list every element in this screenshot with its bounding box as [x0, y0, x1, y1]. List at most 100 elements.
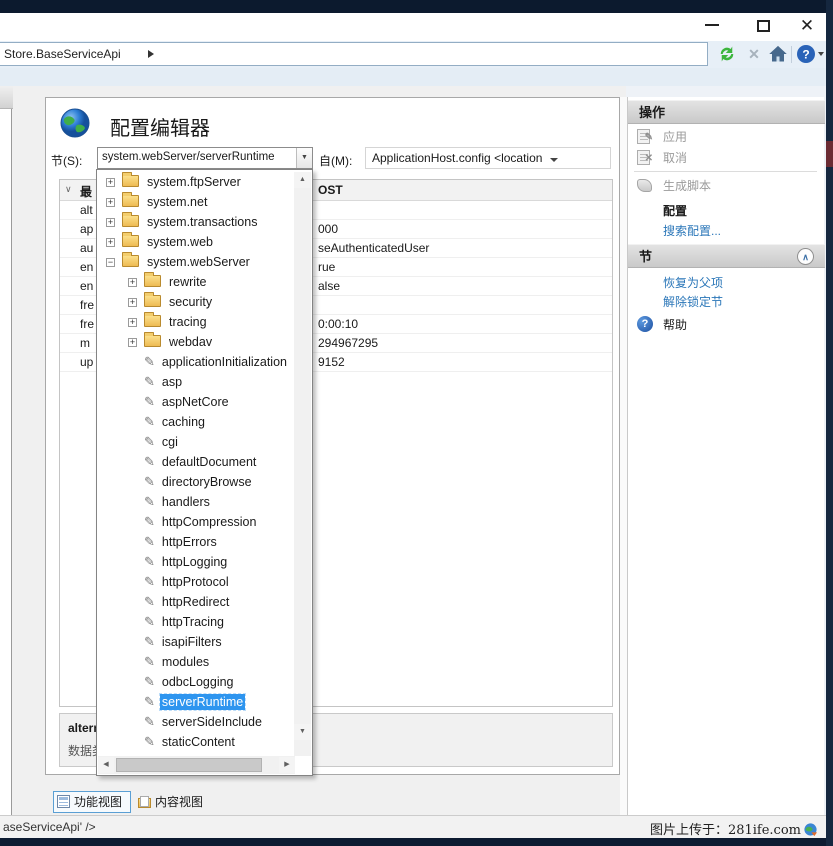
expand-node-icon[interactable]: + — [128, 338, 137, 347]
tree-item-system.transactions[interactable]: +system.transactions — [98, 212, 294, 232]
from-label: 自(M): — [319, 152, 352, 169]
tree-item-staticContent[interactable]: ✎staticContent — [98, 732, 294, 752]
scroll-right-icon[interactable]: ▶ — [279, 757, 295, 773]
section-combobox[interactable]: system.webServer/serverRuntime ▼ — [97, 147, 313, 169]
expand-node-icon[interactable]: + — [128, 298, 137, 307]
tree-item-label: httpCompression — [160, 514, 259, 530]
tree-item-odbcLogging[interactable]: ✎odbcLogging — [98, 672, 294, 692]
collapse-chevron-icon[interactable]: ∨ — [65, 184, 72, 195]
tree-item-label: asp — [160, 374, 184, 390]
tree-item-modules[interactable]: ✎modules — [98, 652, 294, 672]
tab-content-view[interactable]: 内容视图 — [135, 791, 215, 813]
tree-horizontal-scrollbar[interactable]: ◀ ▶ — [98, 756, 295, 774]
pencil-icon: ✎ — [144, 432, 155, 452]
grid-cell-value[interactable]: 000 — [318, 220, 338, 239]
tree-item-label: rewrite — [167, 274, 209, 290]
from-dropdown-caret-icon[interactable] — [550, 158, 558, 162]
collapse-node-icon[interactable]: − — [106, 258, 115, 267]
grid-cell-name: alt — [80, 201, 93, 220]
cancel-icon: ✕ — [637, 150, 650, 165]
home-icon[interactable] — [767, 44, 789, 64]
tree-item-tracing[interactable]: +tracing — [98, 312, 294, 332]
tree-item-httpProtocol[interactable]: ✎httpProtocol — [98, 572, 294, 592]
stop-icon[interactable]: ✕ — [743, 44, 765, 64]
expand-node-icon[interactable]: + — [128, 278, 137, 287]
tree-item-httpCompression[interactable]: ✎httpCompression — [98, 512, 294, 532]
folder-icon — [144, 295, 161, 307]
tree-item-defaultDocument[interactable]: ✎ defaultDocument — [98, 452, 294, 472]
address-bar[interactable]: Store.BaseServiceApi — [0, 42, 708, 66]
help-dropdown-caret-icon[interactable] — [818, 52, 824, 56]
grid-cell-value[interactable]: 0:00:10 — [318, 315, 358, 334]
grid-cell-value[interactable]: seAuthenticatedUser — [318, 239, 429, 258]
tree-item-security[interactable]: +security — [98, 292, 294, 312]
tree-item-directoryBrowse[interactable]: ✎directoryBrowse — [98, 472, 294, 492]
tree-item-system.ftpServer[interactable]: +system.ftpServer — [98, 172, 294, 192]
expand-node-icon[interactable]: + — [128, 318, 137, 327]
right-edge-accent — [826, 141, 833, 167]
expand-node-icon[interactable]: + — [106, 178, 115, 187]
expand-node-icon[interactable]: + — [106, 218, 115, 227]
apply-icon: ✎ — [637, 129, 650, 144]
tree-item-system.webServer[interactable]: −system.webServer — [98, 252, 294, 272]
grid-cell-value[interactable]: alse — [318, 277, 340, 296]
tree-item-cgi[interactable]: ✎ cgi — [98, 432, 294, 452]
tree-item-caching[interactable]: ✎caching — [98, 412, 294, 432]
refresh-icon[interactable] — [716, 44, 738, 64]
pencil-icon: ✎ — [144, 632, 155, 652]
page-title: 配置编辑器 — [110, 112, 210, 141]
tree-item-label: httpTracing — [160, 614, 226, 630]
grid-cell-value[interactable]: rue — [318, 258, 335, 277]
tree-item-system.web[interactable]: +system.web — [98, 232, 294, 252]
combobox-dropdown-icon[interactable]: ▼ — [296, 148, 312, 168]
tree-item-applicationInitialization[interactable]: ✎applicationInitialization — [98, 352, 294, 372]
tree-item-httpLogging[interactable]: ✎httpLogging — [98, 552, 294, 572]
tree-item-label: httpProtocol — [160, 574, 231, 590]
pencil-icon: ✎ — [144, 392, 155, 412]
pencil-icon: ✎ — [144, 672, 155, 692]
window-bottom-edge — [0, 838, 833, 846]
folder-icon — [144, 275, 161, 287]
tree-item-httpErrors[interactable]: ✎httpErrors — [98, 532, 294, 552]
grid-header-name: 最 — [80, 183, 92, 200]
tree-item-system.net[interactable]: +system.net — [98, 192, 294, 212]
scroll-left-icon[interactable]: ◀ — [98, 757, 114, 773]
tree-item-httpRedirect[interactable]: ✎httpRedirect — [98, 592, 294, 612]
tree-item-label: isapiFilters — [160, 634, 224, 650]
tree-item-asp[interactable]: ✎asp — [98, 372, 294, 392]
close-button[interactable]: ✕ — [793, 13, 821, 41]
minimize-button[interactable] — [698, 13, 726, 41]
grid-cell-value[interactable]: 9152 — [318, 353, 345, 372]
svg-text:?: ? — [802, 48, 809, 62]
tree-item-webdav[interactable]: +webdav — [98, 332, 294, 352]
pencil-icon: ✎ — [144, 452, 155, 472]
expand-node-icon[interactable]: + — [106, 238, 115, 247]
tree-item-serverRuntime[interactable]: ✎serverRuntime — [98, 692, 294, 712]
tree-item-serverSideInclude[interactable]: ✎serverSideInclude — [98, 712, 294, 732]
breadcrumb-arrow-icon[interactable] — [148, 50, 154, 58]
tree-vertical-scrollbar[interactable]: ▲ ▼ — [294, 172, 311, 756]
collapse-section-icon[interactable]: ∧ — [797, 248, 814, 265]
tree-item-httpTracing[interactable]: ✎httpTracing — [98, 612, 294, 632]
grid-cell-name: up — [80, 353, 93, 372]
scroll-up-icon[interactable]: ▲ — [294, 172, 311, 188]
from-combobox[interactable]: ApplicationHost.config <location — [365, 147, 611, 169]
globe-icon — [59, 107, 91, 139]
address-toolbar: Store.BaseServiceApi ✕ ? — [0, 41, 826, 68]
expand-node-icon[interactable]: + — [106, 198, 115, 207]
tree-item-label: defaultDocument — [160, 454, 259, 470]
maximize-button[interactable] — [750, 13, 778, 41]
toolbar-separator — [791, 46, 792, 63]
tree-item-aspNetCore[interactable]: ✎aspNetCore — [98, 392, 294, 412]
tree-item-isapiFilters[interactable]: ✎ isapiFilters — [98, 632, 294, 652]
help-icon[interactable]: ? — [795, 44, 817, 64]
tab-features-view[interactable]: 功能视图 — [53, 791, 131, 813]
window-top-edge — [0, 0, 833, 13]
tree-item-label: cgi — [160, 434, 180, 450]
tree-item-rewrite[interactable]: + rewrite — [98, 272, 294, 292]
tree-item-handlers[interactable]: ✎handlers — [98, 492, 294, 512]
scrollbar-thumb[interactable] — [116, 758, 262, 772]
scroll-down-icon[interactable]: ▼ — [294, 724, 311, 740]
tree-item-label: caching — [160, 414, 207, 430]
grid-cell-value[interactable]: 294967295 — [318, 334, 378, 353]
